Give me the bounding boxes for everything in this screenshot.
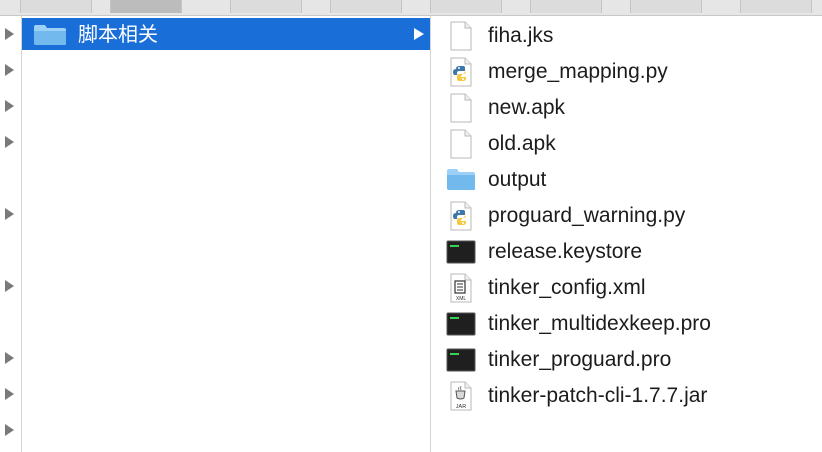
file-row[interactable]: old.apk bbox=[432, 126, 822, 162]
disclosure-arrow-icon[interactable] bbox=[5, 136, 14, 148]
file-name: release.keystore bbox=[488, 240, 643, 263]
header-tab bbox=[110, 0, 182, 13]
disclosure-arrow-icon[interactable] bbox=[5, 100, 14, 112]
file-row[interactable]: tinker_multidexkeep.pro bbox=[432, 306, 822, 342]
python-file-icon bbox=[446, 57, 476, 87]
file-row[interactable]: new.apk bbox=[432, 90, 822, 126]
folder-column[interactable]: 脚本相关 bbox=[22, 16, 431, 452]
selected-folder-name: 脚本相关 bbox=[78, 24, 158, 46]
file-list-column[interactable]: fiha.jks merge_mapping.py new.apk old.ap… bbox=[432, 16, 822, 452]
header-tab bbox=[230, 0, 302, 13]
file-name: merge_mapping.py bbox=[488, 60, 668, 83]
file-name: tinker_proguard.pro bbox=[488, 348, 672, 371]
header-tab bbox=[740, 0, 812, 13]
file-name: fiha.jks bbox=[488, 24, 554, 47]
disclosure-arrow-icon[interactable] bbox=[5, 352, 14, 364]
parent-column[interactable] bbox=[0, 16, 22, 452]
svg-text:XML: XML bbox=[456, 296, 467, 302]
file-row[interactable]: merge_mapping.py bbox=[432, 54, 822, 90]
file-name: proguard_warning.py bbox=[488, 204, 686, 227]
file-row[interactable]: fiha.jks bbox=[432, 18, 822, 54]
expand-arrow-icon bbox=[414, 28, 424, 40]
disclosure-arrow-icon[interactable] bbox=[5, 424, 14, 436]
file-name: tinker-patch-cli-1.7.7.jar bbox=[488, 384, 708, 407]
folder-icon bbox=[446, 165, 476, 195]
svg-text:JAR: JAR bbox=[456, 404, 466, 410]
terminal-file-icon bbox=[446, 345, 476, 375]
header-tab bbox=[630, 0, 702, 13]
xml-file-icon: XML bbox=[446, 273, 476, 303]
terminal-file-icon bbox=[446, 309, 476, 339]
file-row[interactable]: output bbox=[432, 162, 822, 198]
disclosure-arrow-icon[interactable] bbox=[5, 208, 14, 220]
file-row[interactable]: tinker_proguard.pro bbox=[432, 342, 822, 378]
file-row[interactable]: XML tinker_config.xml bbox=[432, 270, 822, 306]
file-name: tinker_config.xml bbox=[488, 276, 646, 299]
disclosure-arrow-icon[interactable] bbox=[5, 388, 14, 400]
jar-file-icon: JAR bbox=[446, 381, 476, 411]
terminal-file-icon bbox=[446, 237, 476, 267]
file-row[interactable]: proguard_warning.py bbox=[432, 198, 822, 234]
selected-folder-row[interactable]: 脚本相关 bbox=[22, 18, 430, 50]
header-tab bbox=[20, 0, 92, 13]
disclosure-arrow-icon[interactable] bbox=[5, 280, 14, 292]
folder-icon bbox=[33, 24, 67, 51]
file-name: tinker_multidexkeep.pro bbox=[488, 312, 711, 335]
blank-document-icon bbox=[446, 21, 476, 51]
file-row[interactable]: release.keystore bbox=[432, 234, 822, 270]
blank-document-icon bbox=[446, 93, 476, 123]
blank-document-icon bbox=[446, 129, 476, 159]
header-tab bbox=[430, 0, 502, 13]
file-name: output bbox=[488, 168, 547, 191]
column-header-strip bbox=[0, 0, 822, 16]
file-name: new.apk bbox=[488, 96, 566, 119]
file-name: old.apk bbox=[488, 132, 556, 155]
disclosure-arrow-icon[interactable] bbox=[5, 28, 14, 40]
python-file-icon bbox=[446, 201, 476, 231]
file-row[interactable]: JAR tinker-patch-cli-1.7.7.jar bbox=[432, 378, 822, 414]
header-tab bbox=[330, 0, 402, 13]
header-tab bbox=[530, 0, 602, 13]
disclosure-arrow-icon[interactable] bbox=[5, 64, 14, 76]
